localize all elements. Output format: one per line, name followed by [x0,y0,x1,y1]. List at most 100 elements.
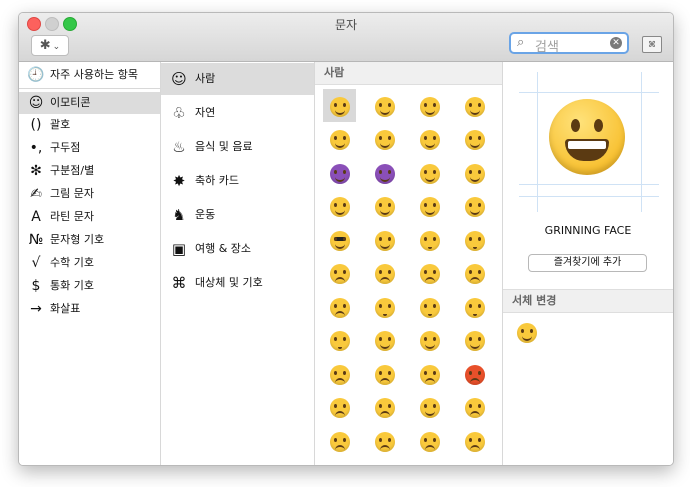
sunglasses-emoji-icon[interactable] [323,223,356,256]
action-menu-button[interactable]: ✱ ⌄ [31,35,69,56]
tongue-closed-emoji-icon[interactable] [458,324,491,357]
character-viewer-window: 문자 ✱ ⌄ ⌕ 검색 ✕ ⌘ 🕘 자주 사용하는 항목 ☺ 이모티콘 () 괄호 •, 구두점… [18,12,674,466]
confounded-emoji-icon[interactable] [323,290,356,323]
numero-icon: № [28,232,44,248]
category-item-8[interactable]: √ 수학 기호 [19,252,160,274]
kissing-smiling-emoji-icon[interactable] [458,290,491,323]
character-name: GRINNING FACE [544,224,632,237]
category-label: 통화 기호 [50,279,94,292]
emoji-group-label: 운동 [195,208,216,221]
category-item-9[interactable]: $ 통화 기호 [19,275,160,297]
category-item-7[interactable]: № 문자형 기호 [19,229,160,251]
category-label: 문자형 기호 [50,233,105,246]
category-item-6[interactable]: A 라틴 문자 [19,206,160,228]
sqrt-icon: √ [31,255,41,271]
category-label: 구분점/별 [50,164,95,177]
angry-emoji-icon[interactable] [413,357,446,390]
grinning-emoji-icon[interactable] [323,89,356,122]
cold-sweat-emoji-icon[interactable] [368,257,401,290]
emoji-group-item-0[interactable]: ☺ 사람 [161,63,314,95]
arrow-icon: → [30,301,42,317]
emoji-group-item-2[interactable]: ♨ 음식 및 음료 [161,131,314,163]
emoji-group-label: 대상체 및 기호 [195,276,263,289]
blush-emoji-icon[interactable] [458,156,491,189]
unamused-emoji-icon[interactable] [323,257,356,290]
category-item-2[interactable]: () 괄호 [19,114,160,136]
emoji-group-item-5[interactable]: ▣ 여행 & 장소 [161,233,314,265]
clock-icon: 🕘 [27,67,45,83]
smirk-emoji-icon[interactable] [368,223,401,256]
imp-emoji-icon[interactable] [368,156,401,189]
category-label: 라틴 문자 [50,210,94,223]
clear-search-icon[interactable]: ✕ [610,37,622,49]
grinning-face-icon [549,99,625,175]
pensive-emoji-icon[interactable] [413,257,446,290]
weary-emoji-icon[interactable] [458,424,491,457]
category-list: 🕘 자주 사용하는 항목 ☺ 이모티콘 () 괄호 •, 구두점 ✻ 구분점/별 ✍ 그림 문자 A 라틴… [19,62,161,465]
sweat-smile-emoji-icon[interactable] [368,123,401,156]
category-label: 구두점 [50,141,81,154]
relieved-emoji-icon[interactable] [413,190,446,223]
smiley-icon: ☺ [171,70,187,88]
emoji-group-item-3[interactable]: ✸ 축하 카드 [161,165,314,197]
section-header: 사람 [315,62,502,85]
sad-relieved-emoji-icon[interactable] [458,391,491,424]
search-placeholder: 검색 [535,40,559,55]
confused-emoji-icon[interactable] [458,257,491,290]
car-icon: ▣ [171,240,187,258]
worried-emoji-icon[interactable] [368,357,401,390]
heart-eyes-emoji-icon[interactable] [458,190,491,223]
fearful-emoji-icon[interactable] [413,424,446,457]
smiley-emoji-icon[interactable] [458,89,491,122]
category-label: 괄호 [50,118,71,131]
category-item-1[interactable]: ☺ 이모티콘 [19,92,160,114]
category-item-5[interactable]: ✍ 그림 문자 [19,183,160,205]
innocent-emoji-icon[interactable] [458,123,491,156]
search-field[interactable]: ⌕ 검색 ✕ [509,32,629,55]
kissing-heart-emoji-icon[interactable] [413,290,446,323]
emoji-grid-panel: 사람 [315,62,503,465]
cry-emoji-icon[interactable] [323,391,356,424]
kissing-closed-emoji-icon[interactable] [323,324,356,357]
disappointed-emoji-icon[interactable] [323,357,356,390]
frowning-emoji-icon[interactable] [323,424,356,457]
party-popper-icon: ✸ [172,172,186,190]
add-to-favorites-button[interactable]: 즐겨찾기에 추가 [528,254,647,272]
font-variation-header: 서체 변경 [503,289,673,313]
pen-icon: ✍ [30,186,42,202]
wink-emoji-icon[interactable] [413,156,446,189]
kissing-emoji-icon[interactable] [368,290,401,323]
runner-icon: ♞ [172,206,186,224]
neutral-emoji-icon[interactable] [413,223,446,256]
font-variation-grinning-icon[interactable] [517,322,537,343]
glyph-preview [519,72,659,212]
smiling-imp-emoji-icon[interactable] [323,156,356,189]
relaxed-emoji-icon[interactable] [323,190,356,223]
laughing-emoji-icon[interactable] [413,123,446,156]
expressionless-emoji-icon[interactable] [458,223,491,256]
smile-squint-emoji-icon[interactable] [368,89,401,122]
category-label: 그림 문자 [50,187,94,200]
triumph-emoji-icon[interactable] [413,391,446,424]
tongue-emoji-icon[interactable] [368,324,401,357]
yum-emoji-icon[interactable] [368,190,401,223]
persevere-emoji-icon[interactable] [368,391,401,424]
grin-emoji-icon[interactable] [323,123,356,156]
category-item-10[interactable]: → 화살표 [19,298,160,320]
cake-icon: ♨ [172,138,186,156]
emoji-group-item-6[interactable]: ⌘ 대상체 및 기호 [161,267,314,299]
category-item-3[interactable]: •, 구두점 [19,137,160,159]
anguished-emoji-icon[interactable] [368,424,401,457]
symbols-icon: ⌘ [171,274,187,292]
keyboard-viewer-button[interactable]: ⌘ [642,36,662,53]
smiley-icon: ☺ [28,95,44,111]
parentheses-icon: () [30,117,42,133]
category-item-0[interactable]: 🕘 자주 사용하는 항목 [19,64,160,86]
emoji-group-item-1[interactable]: ♧ 자연 [161,97,314,129]
rage-emoji-icon[interactable] [458,357,491,390]
emoji-group-item-4[interactable]: ♞ 운동 [161,199,314,231]
category-item-4[interactable]: ✻ 구분점/별 [19,160,160,182]
joy-emoji-icon[interactable] [413,89,446,122]
tongue-wink-emoji-icon[interactable] [413,324,446,357]
punctuation-icon: •, [29,140,43,156]
